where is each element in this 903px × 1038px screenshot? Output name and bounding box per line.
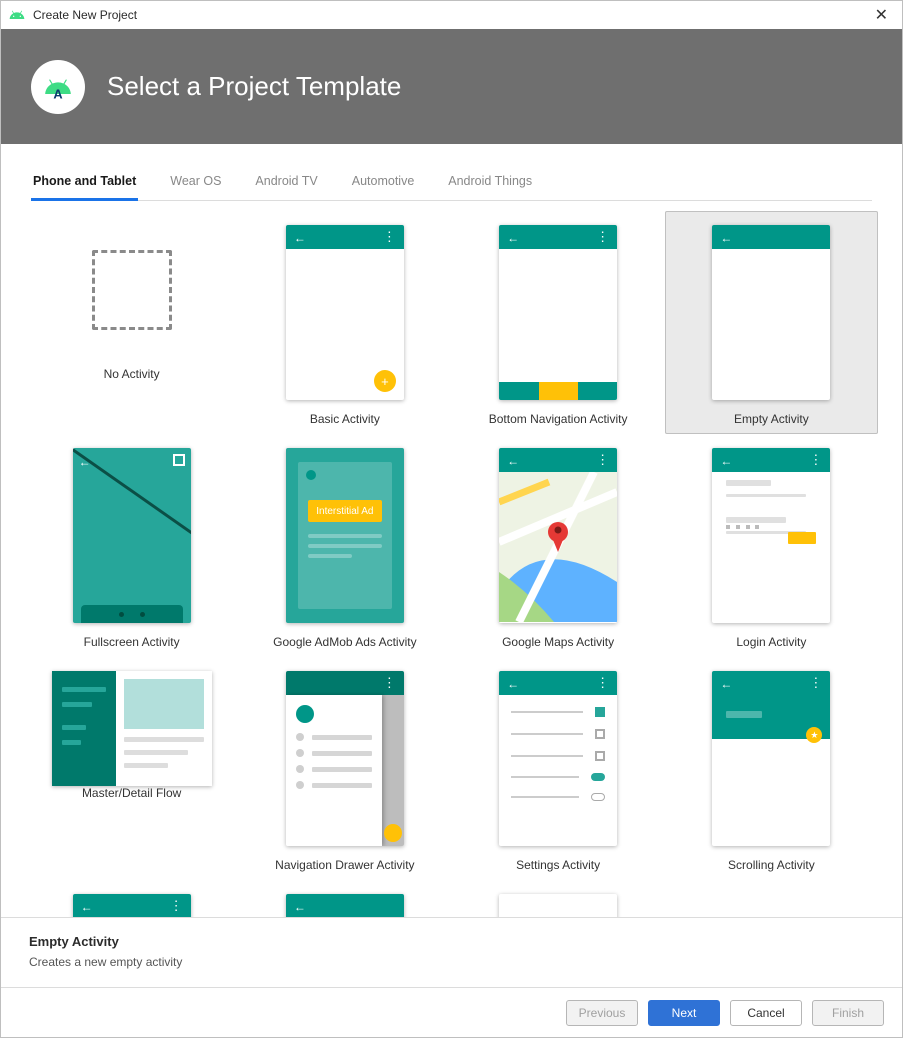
thumbnail xyxy=(286,894,404,917)
template-card[interactable] xyxy=(25,880,238,917)
template-empty-activity[interactable]: Empty Activity xyxy=(665,211,878,434)
svg-text:A: A xyxy=(53,86,62,100)
template-label: Basic Activity xyxy=(310,412,380,426)
previous-button[interactable]: Previous xyxy=(566,1000,638,1026)
template-scrolling[interactable]: ★ Scrolling Activity xyxy=(665,657,878,880)
next-button[interactable]: Next xyxy=(648,1000,720,1026)
tab-automotive[interactable]: Automotive xyxy=(350,168,417,200)
thumbnail xyxy=(499,671,617,846)
overflow-icon xyxy=(383,229,396,245)
tab-android-things[interactable]: Android Things xyxy=(446,168,534,200)
template-label: Settings Activity xyxy=(516,858,600,872)
window-title: Create New Project xyxy=(33,8,869,22)
thumbnail xyxy=(499,225,617,400)
detail-title: Empty Activity xyxy=(29,934,874,949)
thumbnail xyxy=(499,448,617,623)
template-label: Navigation Drawer Activity xyxy=(275,858,414,872)
template-card[interactable] xyxy=(452,880,665,917)
template-admob[interactable]: Interstitial Ad Google AdMob Ads Activit… xyxy=(238,434,451,657)
template-grid-scroll[interactable]: No Activity + Basic Activity Bottom Navi… xyxy=(1,201,902,917)
template-login[interactable]: Login Activity xyxy=(665,434,878,657)
template-bottom-navigation[interactable]: Bottom Navigation Activity xyxy=(452,211,665,434)
template-label: Scrolling Activity xyxy=(728,858,815,872)
template-master-detail[interactable]: Master/Detail Flow xyxy=(25,657,238,880)
tab-android-tv[interactable]: Android TV xyxy=(253,168,319,200)
template-label: Fullscreen Activity xyxy=(84,635,180,649)
finish-button[interactable]: Finish xyxy=(812,1000,884,1026)
thumbnail xyxy=(73,894,191,917)
template-navigation-drawer[interactable]: Navigation Drawer Activity xyxy=(238,657,451,880)
template-google-maps[interactable]: Google Maps Activity xyxy=(452,434,665,657)
studio-logo-icon: A xyxy=(31,60,85,114)
star-icon: ★ xyxy=(806,727,822,743)
thumbnail xyxy=(712,448,830,623)
tab-strip: Phone and Tablet Wear OS Android TV Auto… xyxy=(1,144,902,201)
template-basic-activity[interactable]: + Basic Activity xyxy=(238,211,451,434)
template-label: Bottom Navigation Activity xyxy=(489,412,628,426)
thumbnail: + xyxy=(286,225,404,400)
template-no-activity[interactable]: No Activity xyxy=(25,211,238,434)
tab-wear-os[interactable]: Wear OS xyxy=(168,168,223,200)
thumbnail xyxy=(712,225,830,400)
template-label: Empty Activity xyxy=(734,412,809,426)
thumbnail xyxy=(499,894,617,917)
toggle-off-icon xyxy=(591,793,605,801)
template-label: No Activity xyxy=(104,367,160,381)
template-label: Google Maps Activity xyxy=(502,635,614,649)
back-arrow-icon xyxy=(294,231,306,243)
title-bar: Create New Project ✕ xyxy=(1,1,902,29)
close-icon[interactable]: ✕ xyxy=(869,5,894,25)
template-label: Master/Detail Flow xyxy=(82,786,181,800)
thumbnail xyxy=(286,671,404,846)
tab-phone-tablet[interactable]: Phone and Tablet xyxy=(31,168,138,201)
cancel-button[interactable]: Cancel xyxy=(730,1000,802,1026)
wizard-header: A Select a Project Template xyxy=(1,29,902,144)
template-detail: Empty Activity Creates a new empty activ… xyxy=(1,917,902,987)
fullscreen-icon xyxy=(173,454,185,466)
thumbnail: Interstitial Ad xyxy=(286,448,404,623)
android-icon xyxy=(9,7,25,23)
template-fullscreen[interactable]: Fullscreen Activity xyxy=(25,434,238,657)
thumbnail xyxy=(73,448,191,623)
thumbnail xyxy=(73,225,191,355)
detail-description: Creates a new empty activity xyxy=(29,955,874,969)
thumbnail xyxy=(52,671,212,786)
page-title: Select a Project Template xyxy=(107,71,401,102)
checkbox-icon xyxy=(595,707,605,717)
template-label: Login Activity xyxy=(736,635,806,649)
fab-icon: + xyxy=(374,370,396,392)
ad-label: Interstitial Ad xyxy=(308,500,382,522)
toggle-on-icon xyxy=(591,773,605,781)
template-label: Google AdMob Ads Activity xyxy=(273,635,416,649)
thumbnail: ★ xyxy=(712,671,830,846)
template-settings[interactable]: Settings Activity xyxy=(452,657,665,880)
template-card[interactable] xyxy=(238,880,451,917)
wizard-actions: Previous Next Cancel Finish xyxy=(1,987,902,1037)
